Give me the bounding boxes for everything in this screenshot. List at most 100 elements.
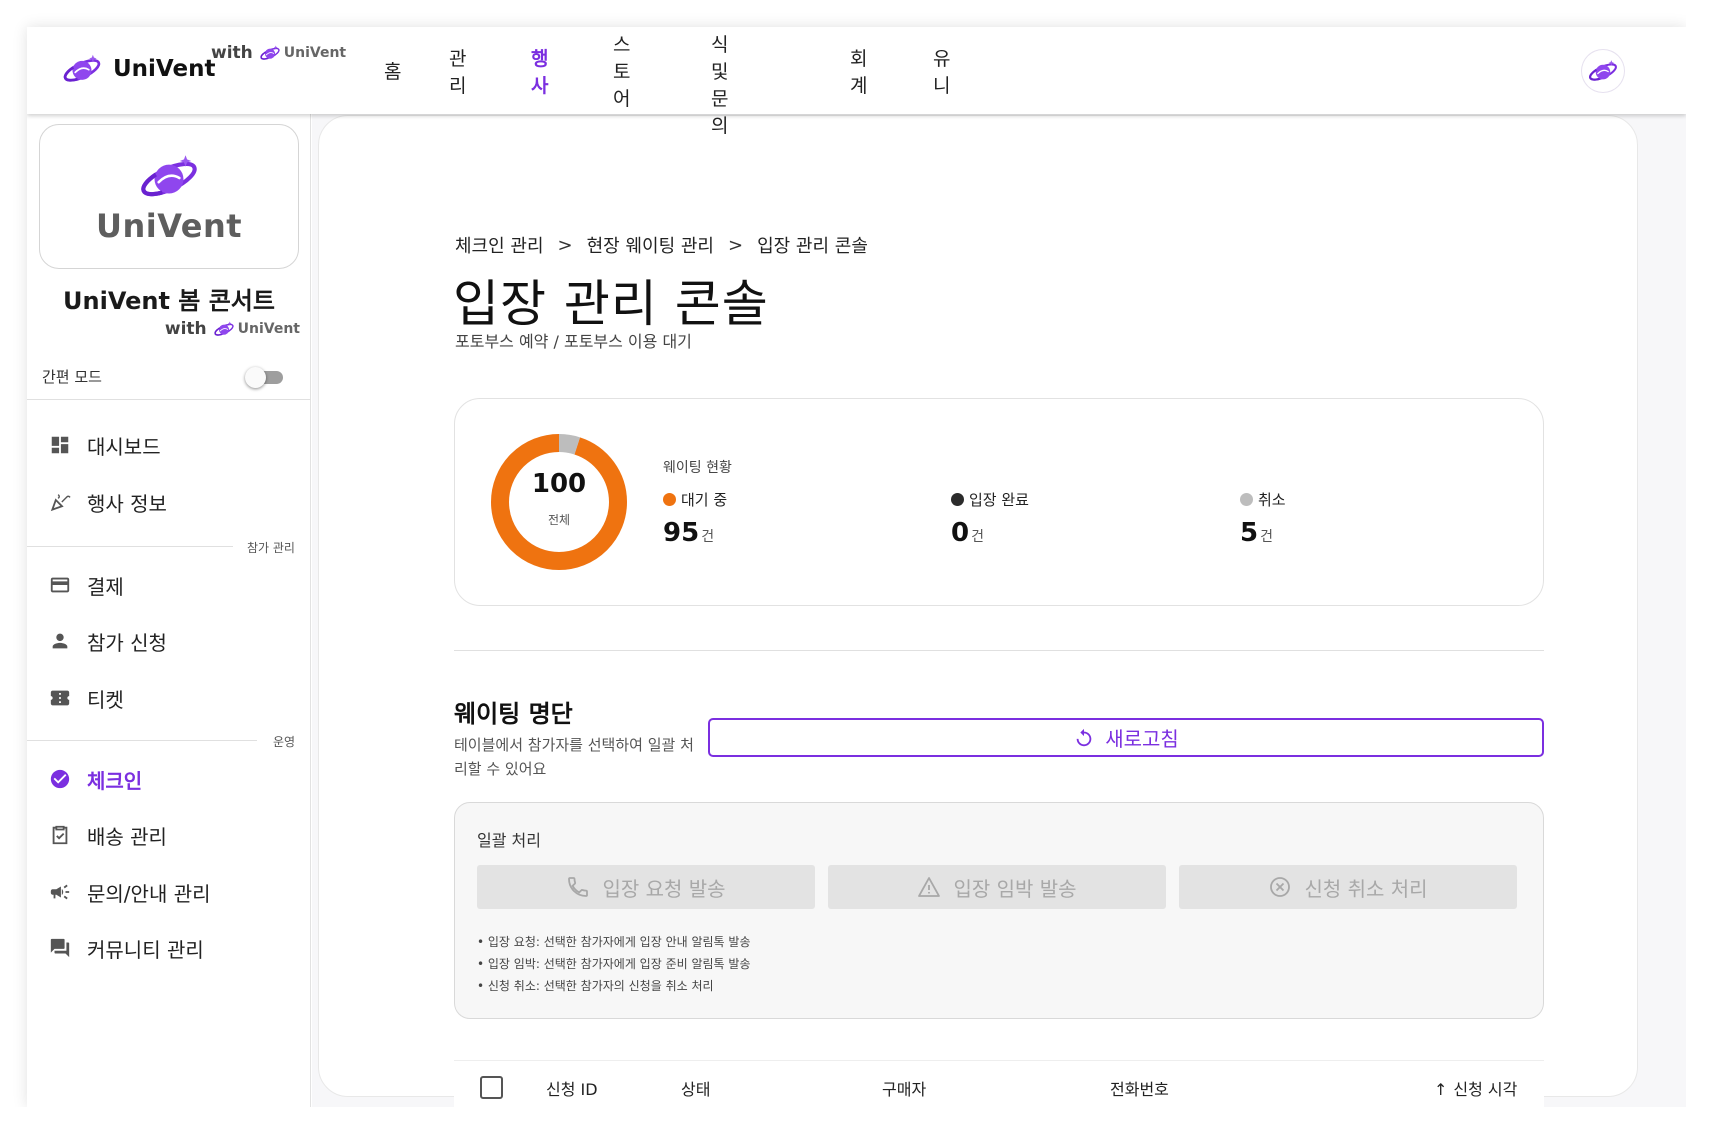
- refresh-label: 새로고침: [1105, 727, 1179, 751]
- simple-mode-label: 간편 모드: [42, 368, 102, 386]
- stat-name: 취소: [1258, 491, 1286, 509]
- breadcrumb-item-checkin[interactable]: 체크인 관리: [455, 232, 544, 258]
- ticket-icon: [49, 687, 71, 709]
- bulk-note: • 입장 요청: 선택한 참가자에게 입장 안내 알림톡 발송: [477, 935, 751, 949]
- with-text: with: [164, 319, 207, 339]
- sidebar-item-label: 결제: [87, 574, 124, 599]
- waiting-stats-card: 100 전체 웨이팅 현황 대기 중 95 건 입장 완료 0건 취소 5건: [454, 398, 1544, 606]
- sidebar-item-label: 대시보드: [87, 434, 161, 459]
- planet-logo-icon: [61, 52, 103, 86]
- bulk-title: 일괄 처리: [477, 831, 541, 850]
- send-entry-imminent-button[interactable]: 입장 임박 발송: [828, 865, 1166, 909]
- campaign-icon: [49, 881, 71, 903]
- stat-name: 입장 완료: [969, 491, 1029, 509]
- sidebar-item-inquiry[interactable]: 문의/안내 관리: [49, 872, 211, 912]
- button-label: 입장 요청 발송: [602, 876, 726, 901]
- stat-entered: 입장 완료 0건: [951, 489, 1029, 548]
- select-all-checkbox[interactable]: [480, 1076, 503, 1099]
- stat-unit: 건: [701, 529, 715, 545]
- chevron-right-icon: >: [728, 234, 744, 256]
- column-header-label: 신청 시각: [1453, 1080, 1518, 1099]
- refresh-button[interactable]: 새로고침: [708, 718, 1544, 757]
- sidebar-item-payment[interactable]: 결제: [49, 565, 124, 605]
- simple-mode-toggle[interactable]: [245, 367, 285, 388]
- with-brand-name: UniVent: [237, 321, 300, 337]
- clipboard-icon: [49, 824, 71, 846]
- breadcrumb-item-current: 입장 관리 콘솔: [757, 236, 868, 257]
- stat-cancelled: 취소 5건: [1240, 489, 1286, 548]
- sidebar-section-divider: [27, 740, 257, 741]
- nav-item-news-inquiry[interactable]: 소식 및 문의: [711, 27, 728, 138]
- button-label: 신청 취소 처리: [1304, 876, 1428, 901]
- sidebar-section-divider: [27, 546, 233, 547]
- event-logo-card: UniVent: [39, 124, 299, 269]
- event-title: UniVent 봄 콘서트: [63, 287, 275, 315]
- status-dot-cancelled: [1240, 493, 1253, 506]
- send-entry-request-button[interactable]: 입장 요청 발송: [477, 865, 815, 909]
- cancel-registration-button[interactable]: 신청 취소 처리: [1179, 865, 1517, 909]
- column-header-status[interactable]: 상태: [681, 1076, 710, 1100]
- button-label: 입장 임박 발송: [953, 876, 1077, 901]
- dashboard-icon: [49, 434, 71, 456]
- bulk-note: • 입장 임박: 선택한 참가자에게 입장 준비 알림톡 발송: [477, 957, 751, 971]
- cancel-circle-icon: [1270, 877, 1291, 897]
- bulk-notes: • 입장 요청: 선택한 참가자에게 입장 안내 알림톡 발송 • 입장 임박:…: [477, 931, 750, 997]
- waiting-donut-chart: [491, 434, 627, 570]
- nav-item-uni[interactable]: 유니: [933, 44, 950, 98]
- page-right-margin: [1686, 0, 1713, 1134]
- donut-total-label: 전체: [547, 513, 571, 527]
- with-univent-badge: with UniVent: [211, 43, 346, 63]
- stat-unit: 건: [971, 529, 984, 545]
- page-subtitle: 포토부스 예약 / 포토부스 이용 대기: [455, 332, 692, 351]
- donut-total-value: 100: [531, 469, 587, 499]
- sidebar-item-community[interactable]: 커뮤니티 관리: [49, 928, 204, 968]
- nav-item-manage[interactable]: 관리: [449, 44, 466, 98]
- phone-icon: [568, 877, 589, 897]
- sidebar-item-ticket[interactable]: 티켓: [49, 678, 124, 718]
- arrow-up-icon: ↑: [1434, 1080, 1448, 1099]
- waitlist-table-header: 신청 ID 상태 구매자 전화번호 ↑ 신청 시각: [454, 1060, 1544, 1110]
- nav-item-event[interactable]: 행사: [531, 44, 548, 98]
- section-divider: [454, 650, 1544, 651]
- stat-value: 95: [663, 518, 700, 548]
- sidebar-item-dashboard[interactable]: 대시보드: [49, 425, 161, 465]
- sidebar-item-registration[interactable]: 참가 신청: [49, 621, 167, 661]
- sidebar-item-label: 참가 신청: [87, 630, 167, 655]
- column-header-id[interactable]: 신청 ID: [546, 1076, 598, 1100]
- with-text: with: [211, 43, 253, 63]
- stat-value: 5: [1240, 518, 1259, 548]
- refresh-icon: [1076, 728, 1092, 746]
- waitlist-title: 웨이팅 명단: [454, 700, 573, 728]
- nav-item-store[interactable]: 스토어: [613, 30, 630, 111]
- stat-name: 대기 중: [681, 491, 728, 509]
- top-navigation-bar: UniVent with UniVent 홈 관리 행사 스토어 소식 및 문의…: [27, 27, 1686, 137]
- column-header-phone[interactable]: 전화번호: [1110, 1076, 1169, 1100]
- brand-name: UniVent: [113, 56, 216, 82]
- planet-logo-icon: [138, 151, 200, 203]
- column-header-buyer[interactable]: 구매자: [882, 1076, 926, 1100]
- stat-waiting: 대기 중 95 건: [663, 489, 727, 548]
- user-avatar[interactable]: [1582, 50, 1624, 92]
- credit-card-icon: [49, 574, 71, 596]
- sidebar-item-event-info[interactable]: 행사 정보: [49, 482, 167, 522]
- planet-avatar-icon: [1587, 58, 1619, 84]
- page-bottom-margin: [0, 1107, 1713, 1134]
- page-title: 입장 관리 콘솔: [453, 275, 769, 333]
- sidebar-item-delivery[interactable]: 배송 관리: [49, 815, 167, 855]
- breadcrumb: 체크인 관리 > 현장 웨이팅 관리 > 입장 관리 콘솔: [455, 232, 868, 258]
- column-header-requested-at[interactable]: ↑ 신청 시각: [1434, 1076, 1517, 1100]
- toggle-knob: [245, 367, 266, 388]
- person-icon: [49, 630, 71, 652]
- brand-logo[interactable]: UniVent: [61, 49, 215, 89]
- section-label-participation: 참가 관리: [247, 541, 295, 555]
- breadcrumb-item-onsite-waiting[interactable]: 현장 웨이팅 관리: [587, 232, 714, 258]
- warning-icon: [918, 877, 941, 897]
- nav-item-accounting[interactable]: 회계: [850, 44, 867, 98]
- nav-item-home[interactable]: 홈: [384, 57, 401, 84]
- stat-value: 0: [951, 518, 970, 548]
- sidebar-item-checkin[interactable]: 체크인: [49, 759, 142, 799]
- event-logo-text: UniVent: [95, 207, 243, 245]
- check-circle-icon: [49, 768, 71, 790]
- celebration-icon: [49, 491, 71, 513]
- sidebar-item-label: 체크인: [87, 768, 143, 793]
